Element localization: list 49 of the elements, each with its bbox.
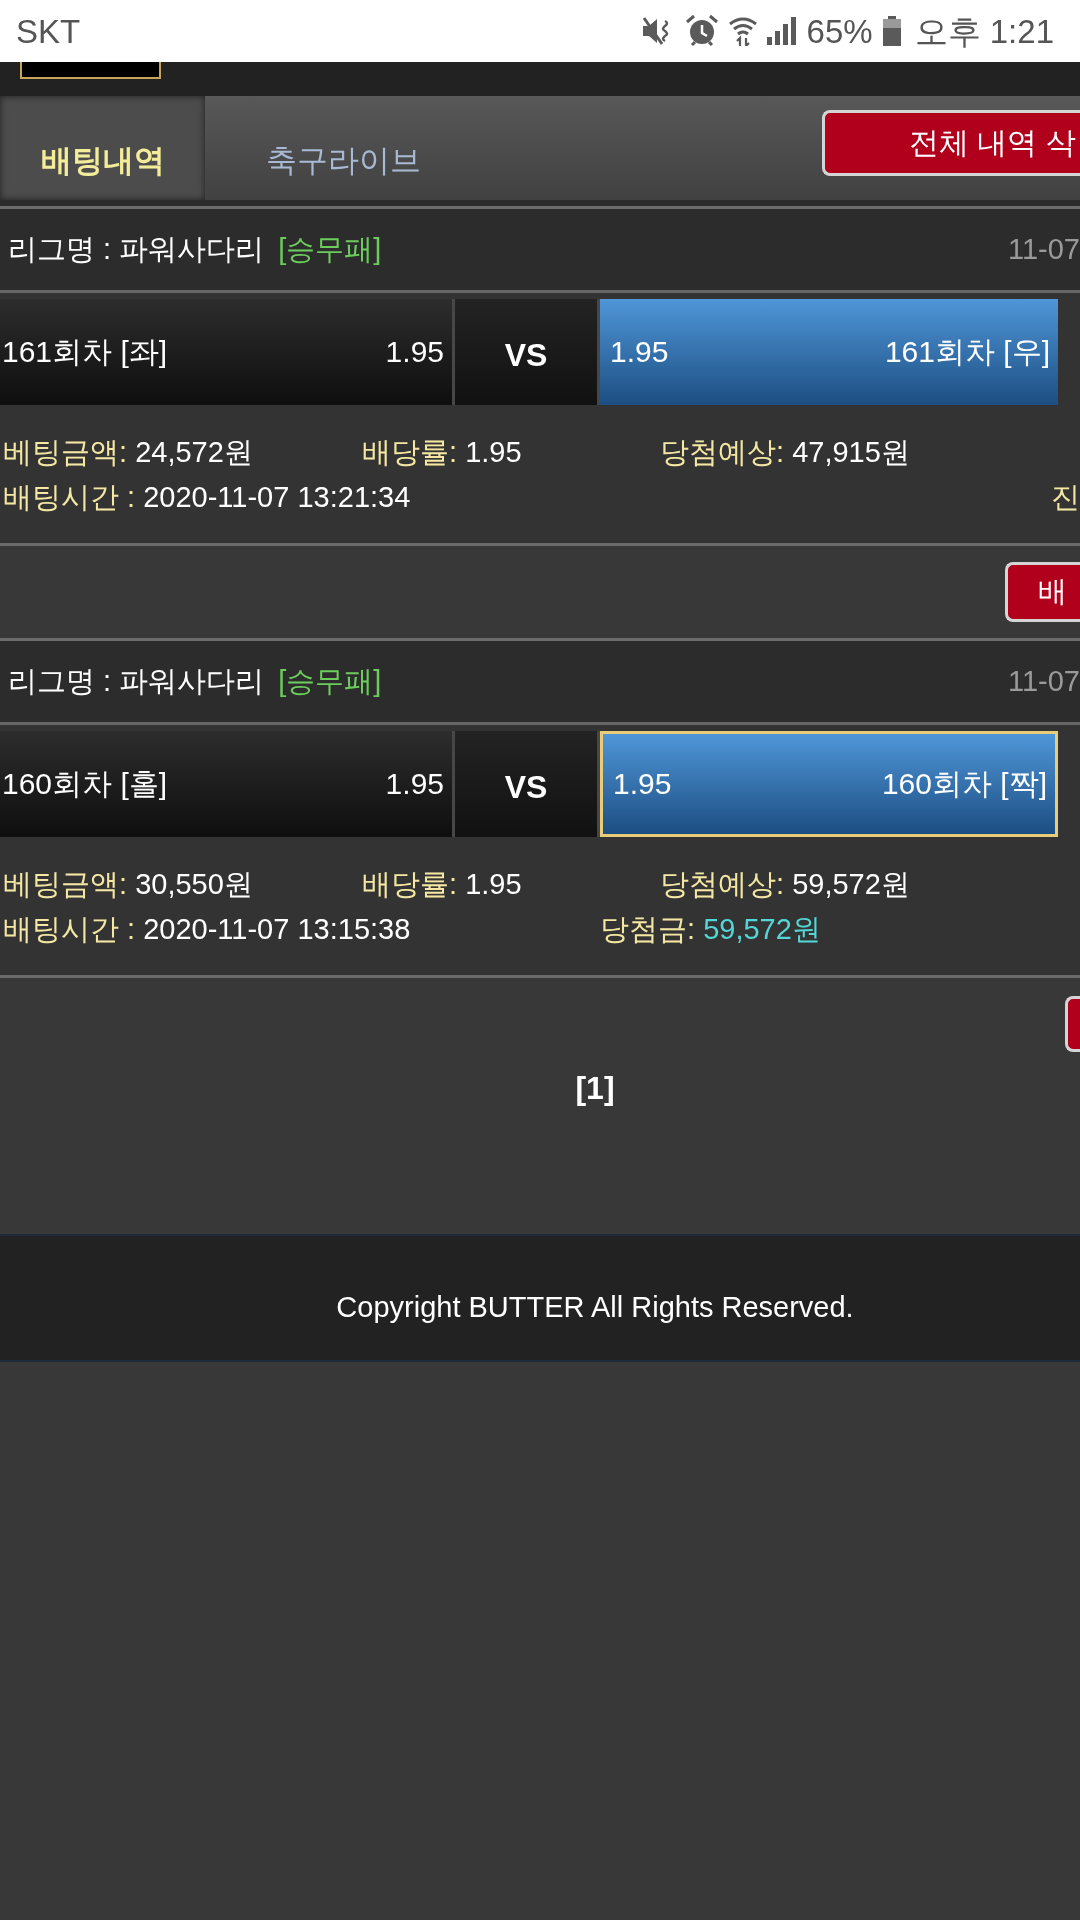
field-value: 59,572원 <box>703 912 821 945</box>
field-label: 배팅시간 : <box>3 480 136 513</box>
copyright-text: Copyright BUTTER All Rights Reserved. <box>336 1291 854 1323</box>
field-value: 2020-11-07 13:21:34 <box>143 480 411 513</box>
status-label: 진 <box>1051 480 1080 513</box>
field-label: 베팅금액: <box>3 867 128 900</box>
option-odds: 1.95 <box>613 767 672 801</box>
tab[interactable]: 축구라이브 <box>205 96 481 200</box>
vs-label: VS <box>455 299 597 405</box>
wifi-icon <box>728 16 757 46</box>
option-name: 161회차 [우] <box>884 333 1050 370</box>
option-name: 160회차 [짝] <box>881 765 1047 802</box>
match-date: 11-07 <box>1007 233 1080 266</box>
market-tag: [승무패] <box>278 229 382 270</box>
delete-all-button[interactable]: 전체 내역 삭 <box>822 110 1080 176</box>
field-label: 베팅금액: <box>3 435 128 468</box>
option-odds: 1.95 <box>385 767 444 801</box>
battery-percent: 65% <box>806 14 873 48</box>
option-name: 160회차 [홀] <box>2 765 168 802</box>
alarm-clock-icon <box>684 14 719 48</box>
tab[interactable]: 배팅내역 <box>0 96 205 200</box>
field-label: 당첨예상: <box>660 435 785 468</box>
field-value: 47,915원 <box>792 435 910 468</box>
field-value: 1.95 <box>465 435 522 468</box>
field-label: 당첨예상: <box>660 867 785 900</box>
battery-icon <box>882 16 901 46</box>
field-label: 당첨금: <box>600 912 696 945</box>
action-button[interactable]: 배 <box>1005 562 1080 622</box>
field-value: 24,572원 <box>135 435 253 468</box>
field-value: 2020-11-07 13:15:38 <box>143 912 411 945</box>
action-button[interactable] <box>1065 996 1080 1052</box>
field-label: 배팅시간 : <box>3 912 136 945</box>
option-odds: 1.95 <box>610 335 669 369</box>
option-odds: 1.95 <box>385 335 444 369</box>
field-label: 배당률: <box>362 867 458 900</box>
field-value: 1.95 <box>465 867 522 900</box>
signal-icon <box>766 17 797 45</box>
field-value: 59,572원 <box>792 867 910 900</box>
option-name: 161회차 [좌] <box>2 333 168 370</box>
field-value: 30,550원 <box>135 867 253 900</box>
vs-label: VS <box>455 731 597 837</box>
field-label: 배당률: <box>362 435 458 468</box>
league-name: 리그명 : 파워사다리 <box>8 663 265 699</box>
market-tag: [승무패] <box>278 661 382 702</box>
carrier-label: SKT <box>16 14 81 48</box>
page-link[interactable]: [1] <box>575 1070 615 1106</box>
match-date: 11-07 <box>1007 665 1080 698</box>
league-name: 리그명 : 파워사다리 <box>8 231 265 267</box>
clock-time: 오후 1:21 <box>914 14 1054 48</box>
